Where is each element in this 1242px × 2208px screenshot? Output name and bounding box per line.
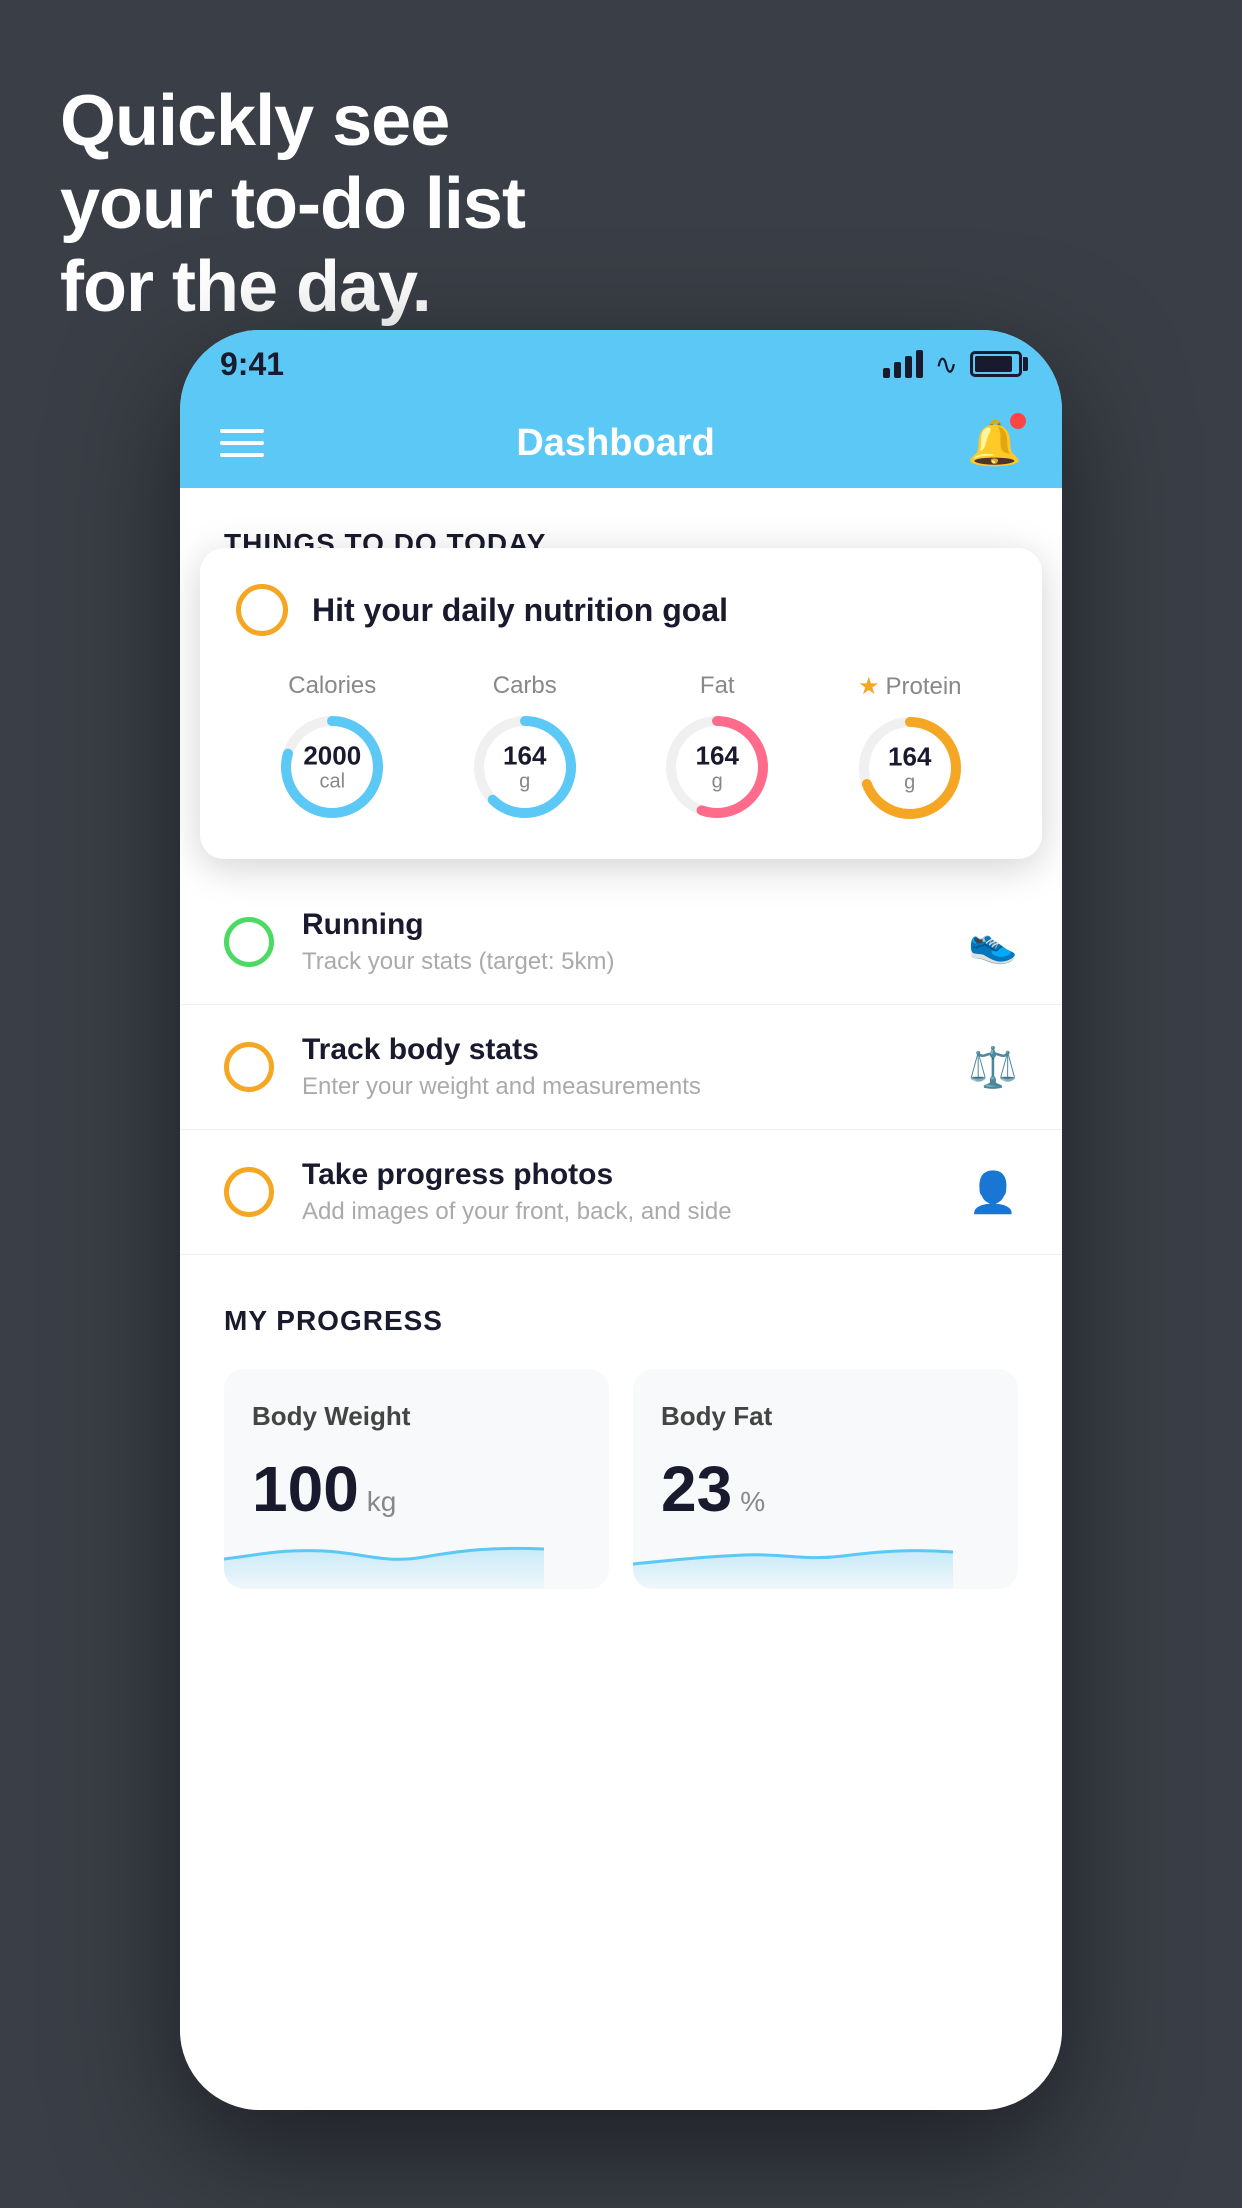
app-header: Dashboard 🔔: [180, 398, 1062, 488]
phone-frame: 9:41 ∿ Dashboard 🔔 THI: [180, 330, 1062, 2110]
body-stats-checkbox[interactable]: [224, 1042, 274, 1092]
running-subtitle: Track your stats (target: 5km): [302, 948, 940, 976]
fat-ring: 164 g: [662, 712, 772, 822]
body-fat-card: Body Fat 23 %: [633, 1369, 1018, 1589]
running-title: Running: [302, 908, 940, 942]
status-time: 9:41: [220, 346, 284, 383]
person-icon: 👤: [968, 1169, 1018, 1216]
running-checkbox[interactable]: [224, 917, 274, 967]
star-icon: ★: [858, 672, 880, 701]
todo-item-body-stats[interactable]: Track body stats Enter your weight and m…: [180, 1005, 1062, 1130]
carbs-ring-item: Carbs 164 g: [470, 672, 580, 822]
status-bar: 9:41 ∿: [180, 330, 1062, 398]
protein-value: 164 g: [888, 743, 931, 794]
calories-value: 2000 cal: [303, 742, 361, 793]
battery-icon: [970, 351, 1022, 377]
fat-label: Fat: [700, 672, 735, 700]
protein-label: Protein: [885, 673, 961, 701]
menu-button[interactable]: [220, 429, 264, 457]
header-title: Dashboard: [516, 422, 714, 465]
fat-value: 164 g: [696, 742, 739, 793]
body-fat-value-row: 23 %: [661, 1452, 990, 1526]
todo-item-running[interactable]: Running Track your stats (target: 5km) 👟: [180, 880, 1062, 1005]
progress-section: MY PROGRESS Body Weight 100 kg: [180, 1255, 1062, 1589]
body-weight-card: Body Weight 100 kg: [224, 1369, 609, 1589]
body-weight-unit: kg: [367, 1486, 397, 1518]
progress-photos-text: Take progress photos Add images of your …: [302, 1158, 940, 1226]
carbs-label: Carbs: [493, 672, 557, 700]
app-headline: Quickly see your to-do list for the day.: [60, 80, 525, 328]
body-weight-value-row: 100 kg: [252, 1452, 581, 1526]
nutrition-card: Hit your daily nutrition goal Calories 2…: [200, 548, 1042, 859]
scale-icon: ⚖️: [968, 1044, 1018, 1091]
body-weight-card-title: Body Weight: [252, 1401, 581, 1432]
progress-photos-title: Take progress photos: [302, 1158, 940, 1192]
calories-label: Calories: [288, 672, 376, 700]
progress-photos-checkbox[interactable]: [224, 1167, 274, 1217]
body-fat-unit: %: [740, 1486, 765, 1518]
progress-cards: Body Weight 100 kg: [224, 1369, 1018, 1589]
body-weight-chart: [224, 1519, 544, 1589]
body-weight-value: 100: [252, 1452, 359, 1526]
fat-ring-item: Fat 164 g: [662, 672, 772, 822]
wifi-icon: ∿: [935, 348, 958, 381]
main-content: THINGS TO DO TODAY Hit your daily nutrit…: [180, 488, 1062, 2110]
body-stats-title: Track body stats: [302, 1033, 940, 1067]
signal-icon: [883, 350, 923, 378]
card-header: Hit your daily nutrition goal: [236, 584, 1006, 636]
notification-button[interactable]: 🔔: [967, 417, 1022, 469]
status-icons: ∿: [883, 348, 1022, 381]
notification-dot: [1010, 413, 1026, 429]
carbs-value: 164 g: [503, 742, 546, 793]
progress-photos-subtitle: Add images of your front, back, and side: [302, 1198, 940, 1226]
nutrition-card-title: Hit your daily nutrition goal: [312, 592, 728, 629]
running-icon: 👟: [968, 919, 1018, 966]
progress-header: MY PROGRESS: [224, 1305, 1018, 1337]
calories-ring-item: Calories 2000 cal: [277, 672, 387, 822]
protein-label-row: ★ Protein: [858, 672, 962, 701]
body-fat-chart: [633, 1519, 953, 1589]
todo-item-progress-photos[interactable]: Take progress photos Add images of your …: [180, 1130, 1062, 1255]
body-stats-text: Track body stats Enter your weight and m…: [302, 1033, 940, 1101]
nutrition-rings: Calories 2000 cal Carbs: [236, 672, 1006, 823]
body-fat-card-title: Body Fat: [661, 1401, 990, 1432]
protein-ring: 164 g: [855, 713, 965, 823]
nutrition-checkbox[interactable]: [236, 584, 288, 636]
calories-ring: 2000 cal: [277, 712, 387, 822]
body-stats-subtitle: Enter your weight and measurements: [302, 1073, 940, 1101]
protein-ring-item: ★ Protein 164 g: [855, 672, 965, 823]
carbs-ring: 164 g: [470, 712, 580, 822]
body-fat-value: 23: [661, 1452, 732, 1526]
running-text: Running Track your stats (target: 5km): [302, 908, 940, 976]
todo-list: Running Track your stats (target: 5km) 👟…: [180, 880, 1062, 1255]
